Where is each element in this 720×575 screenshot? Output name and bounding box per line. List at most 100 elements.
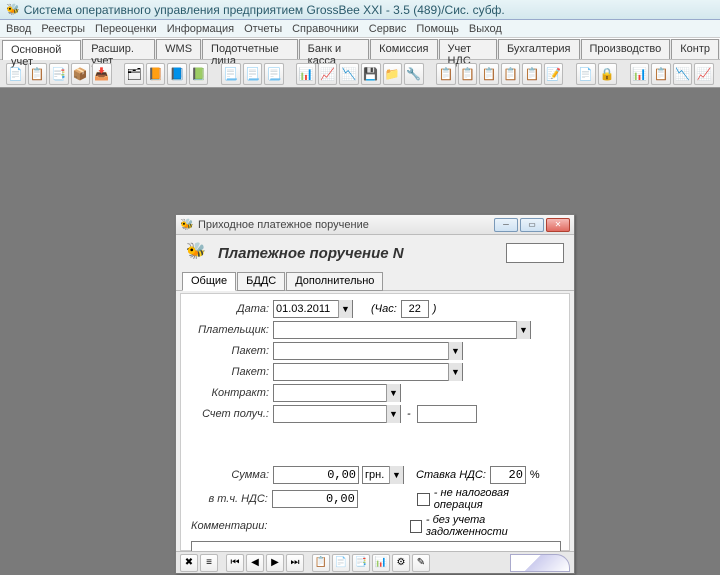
toolbar-icon[interactable]: 📃 bbox=[264, 63, 284, 85]
main-toolbar: 📄 📋 📑 📦 📥 🗂 📙 📘 📗 📃 📃 📃 📊 📈 📉 💾 📁 🔧 📋 📋 … bbox=[0, 60, 720, 88]
tab-bookkeeping[interactable]: Бухгалтерия bbox=[498, 39, 580, 59]
toolbar-icon[interactable]: 📁 bbox=[383, 63, 403, 85]
toolbar-icon[interactable]: 📋 bbox=[522, 63, 542, 85]
menu-item[interactable]: Помощь bbox=[416, 23, 459, 35]
menu-item[interactable]: Реестры bbox=[41, 23, 85, 35]
chevron-down-icon[interactable]: ▼ bbox=[389, 466, 403, 484]
toolbar-icon[interactable]: 📋 bbox=[458, 63, 478, 85]
nodebt-label: - без учета задолженности bbox=[426, 514, 559, 538]
chevron-down-icon[interactable]: ▼ bbox=[386, 405, 400, 423]
page-curl-icon[interactable] bbox=[510, 554, 570, 572]
tab-vat[interactable]: Учет НДС bbox=[439, 39, 497, 59]
toolbar-icon[interactable]: 📋 bbox=[479, 63, 499, 85]
nav-last-icon[interactable]: ⏭ bbox=[286, 554, 304, 572]
tab-bank-cash[interactable]: Банк и касса bbox=[299, 39, 370, 59]
chevron-down-icon[interactable]: ▼ bbox=[448, 363, 462, 381]
chevron-down-icon[interactable]: ▼ bbox=[338, 300, 352, 318]
dialog-tool-icon[interactable]: 📄 bbox=[332, 554, 350, 572]
toolbar-icon[interactable]: 📦 bbox=[71, 63, 91, 85]
toolbar-icon[interactable]: 🗂 bbox=[124, 63, 144, 85]
menu-item[interactable]: Информация bbox=[167, 23, 234, 35]
toolbar-icon[interactable]: 📃 bbox=[243, 63, 263, 85]
account2-input[interactable] bbox=[417, 405, 477, 423]
menu-item[interactable]: Справочники bbox=[292, 23, 359, 35]
toolbar-icon[interactable]: 🔒 bbox=[598, 63, 618, 85]
chevron-down-icon[interactable]: ▼ bbox=[386, 384, 400, 402]
close-button[interactable]: ✕ bbox=[546, 218, 570, 232]
toolbar-icon[interactable]: 📋 bbox=[651, 63, 671, 85]
toolbar-icon[interactable]: 📊 bbox=[296, 63, 316, 85]
toolbar-icon[interactable]: 📉 bbox=[339, 63, 359, 85]
toolbar-icon[interactable]: 📋 bbox=[501, 63, 521, 85]
dialog-tool-icon[interactable]: 📋 bbox=[312, 554, 330, 572]
tab-commission[interactable]: Комиссия bbox=[370, 39, 437, 59]
nav-next-icon[interactable]: ▶ bbox=[266, 554, 284, 572]
dialog-tool-icon[interactable]: ⚙ bbox=[392, 554, 410, 572]
tab-production[interactable]: Производство bbox=[581, 39, 671, 59]
dialog-tool-icon[interactable]: ✎ bbox=[412, 554, 430, 572]
toolbar-icon[interactable]: 📋 bbox=[436, 63, 456, 85]
subtab-general[interactable]: Общие bbox=[182, 272, 236, 291]
subtab-bdds[interactable]: БДДС bbox=[237, 272, 285, 291]
dialog-tool-icon[interactable]: ✖ bbox=[180, 554, 198, 572]
account-combo[interactable]: ▼ bbox=[273, 405, 401, 423]
nodebt-checkbox[interactable] bbox=[410, 520, 422, 533]
toolbar-icon[interactable]: 📙 bbox=[146, 63, 166, 85]
tab-contr[interactable]: Контр bbox=[671, 39, 719, 59]
toolbar-icon[interactable]: 📈 bbox=[318, 63, 338, 85]
maximize-button[interactable]: ▭ bbox=[520, 218, 544, 232]
dialog-tool-icon[interactable]: ≡ bbox=[200, 554, 218, 572]
doc-number-input[interactable] bbox=[506, 243, 564, 263]
nav-first-icon[interactable]: ⏮ bbox=[226, 554, 244, 572]
module-tabs: Основной учет Расшир. учет WMS Подотчетн… bbox=[0, 38, 720, 60]
dialog-subtabs: Общие БДДС Дополнительно bbox=[176, 271, 574, 291]
nav-prev-icon[interactable]: ◀ bbox=[246, 554, 264, 572]
sum-input[interactable] bbox=[273, 466, 359, 484]
dialog-titlebar[interactable]: 🐝 Приходное платежное поручение ─ ▭ ✕ bbox=[176, 215, 574, 235]
tab-wms[interactable]: WMS bbox=[156, 39, 201, 59]
payer-combo[interactable]: ▼ bbox=[273, 321, 531, 339]
dialog-title: Приходное платежное поручение bbox=[198, 219, 369, 231]
toolbar-icon[interactable]: 📥 bbox=[92, 63, 112, 85]
dialog-tool-icon[interactable]: 📊 bbox=[372, 554, 390, 572]
toolbar-icon[interactable]: 📘 bbox=[167, 63, 187, 85]
menu-item[interactable]: Отчеты bbox=[244, 23, 282, 35]
currency-combo[interactable]: грн. ▼ bbox=[362, 466, 404, 484]
minimize-button[interactable]: ─ bbox=[494, 218, 518, 232]
toolbar-icon[interactable]: 📝 bbox=[544, 63, 564, 85]
hour-label-suffix: ) bbox=[433, 303, 437, 315]
chevron-down-icon[interactable]: ▼ bbox=[448, 342, 462, 360]
menu-item[interactable]: Переоценки bbox=[95, 23, 157, 35]
currency-value: грн. bbox=[365, 469, 384, 481]
chevron-down-icon[interactable]: ▼ bbox=[516, 321, 530, 339]
dialog-header: 🐝 Платежное поручение N bbox=[176, 235, 574, 271]
tab-accountables[interactable]: Подотчетные лица bbox=[202, 39, 298, 59]
sum-label: Сумма: bbox=[191, 469, 273, 481]
contract-combo[interactable]: ▼ bbox=[273, 384, 401, 402]
toolbar-icon[interactable]: 🔧 bbox=[404, 63, 424, 85]
menu-item[interactable]: Сервис bbox=[369, 23, 407, 35]
toolbar-icon[interactable]: 📑 bbox=[49, 63, 69, 85]
tab-main-accounting[interactable]: Основной учет bbox=[2, 40, 81, 60]
date-combo[interactable]: 01.03.2011 ▼ bbox=[273, 300, 353, 318]
menu-item[interactable]: Ввод bbox=[6, 23, 31, 35]
tab-ext-accounting[interactable]: Расшир. учет bbox=[82, 39, 155, 59]
date-value: 01.03.2011 bbox=[276, 303, 330, 315]
subtab-additional[interactable]: Дополнительно bbox=[286, 272, 383, 291]
toolbar-icon[interactable]: 📉 bbox=[673, 63, 693, 85]
hour-input[interactable] bbox=[401, 300, 429, 318]
toolbar-icon[interactable]: 📃 bbox=[221, 63, 241, 85]
menu-item[interactable]: Выход bbox=[469, 23, 502, 35]
dialog-tool-icon[interactable]: 📑 bbox=[352, 554, 370, 572]
toolbar-icon[interactable]: 📊 bbox=[630, 63, 650, 85]
vat-incl-label: в т.ч. НДС: bbox=[191, 493, 272, 505]
vat-rate-input[interactable] bbox=[490, 466, 526, 484]
toolbar-icon[interactable]: 💾 bbox=[361, 63, 381, 85]
toolbar-icon[interactable]: 📈 bbox=[694, 63, 714, 85]
toolbar-icon[interactable]: 📄 bbox=[576, 63, 596, 85]
toolbar-icon[interactable]: 📗 bbox=[189, 63, 209, 85]
nontax-checkbox[interactable] bbox=[417, 493, 430, 506]
vat-incl-input[interactable] bbox=[272, 490, 358, 508]
packet2-combo[interactable]: ▼ bbox=[273, 363, 463, 381]
packet1-combo[interactable]: ▼ bbox=[273, 342, 463, 360]
